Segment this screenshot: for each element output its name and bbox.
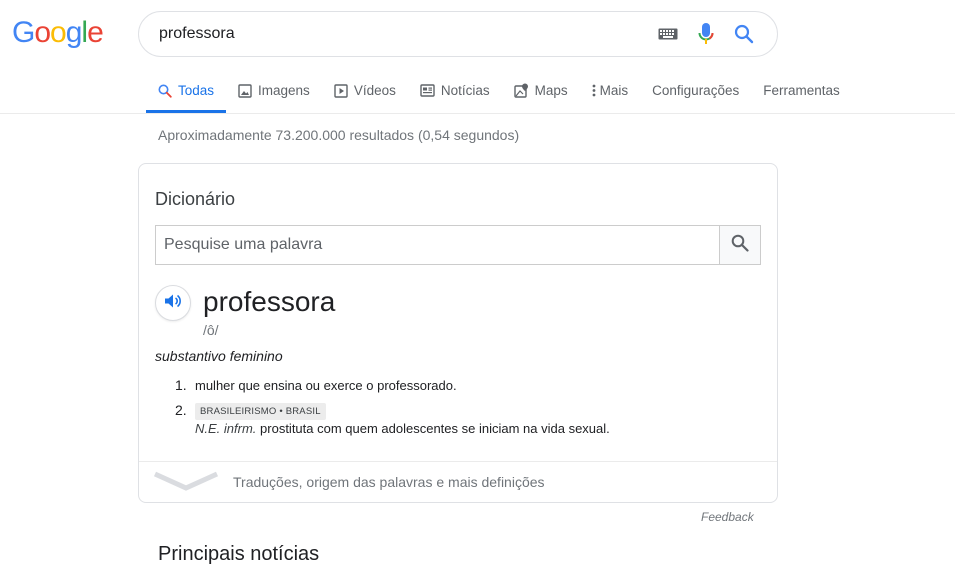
tab-label: Notícias	[440, 83, 490, 98]
microphone-icon[interactable]	[687, 15, 725, 53]
tab-ferramentas[interactable]: Ferramentas	[751, 74, 852, 107]
definition-text-2: N.E. infrm. prostituta com quem adolesce…	[195, 421, 610, 436]
definition-number: 2.	[175, 402, 187, 418]
logo-letter: e	[87, 16, 104, 49]
tab-imagens[interactable]: Imagens	[226, 74, 322, 107]
more-vert-icon	[592, 84, 596, 97]
search-box[interactable]	[138, 11, 778, 57]
tab-label: Imagens	[258, 83, 310, 98]
news-icon	[420, 84, 435, 97]
tab-videos[interactable]: Vídeos	[322, 74, 408, 107]
definition-qualifier: N.E. infrm.	[195, 421, 257, 436]
dictionary-card: Dicionário professora /ô/ substantivo fe…	[138, 163, 778, 503]
search-icon[interactable]	[725, 15, 763, 53]
tab-label: Mais	[599, 83, 629, 98]
chevron-down-icon[interactable]	[153, 470, 219, 499]
tab-label: Maps	[534, 83, 568, 98]
dictionary-search	[155, 225, 761, 265]
tab-label: Ferramentas	[763, 83, 840, 98]
logo-letter: o	[34, 16, 51, 49]
tab-mais[interactable]: Mais	[580, 74, 641, 107]
tab-label: Todas	[178, 83, 215, 98]
definition-text: prostituta com quem adolescentes se inic…	[260, 421, 610, 436]
definition-text: mulher que ensina ou exerce o professora…	[195, 378, 457, 393]
image-icon	[238, 83, 252, 98]
tab-todas[interactable]: Todas	[146, 74, 227, 113]
logo-letter: g	[65, 16, 83, 49]
more-definitions-link[interactable]: Traduções, origem das palavras e mais de…	[233, 474, 545, 490]
speaker-icon	[164, 293, 182, 314]
play-icon	[334, 83, 348, 98]
definition-number: 1.	[175, 377, 187, 393]
headword: professora	[203, 286, 336, 317]
tab-label: Configurações	[652, 83, 740, 98]
search-icon	[731, 234, 749, 257]
card-title: Dicionário	[155, 189, 236, 209]
definition-item: 2. BRASILEIRISMO • BRASIL	[175, 402, 326, 420]
search-icon	[158, 84, 172, 98]
top-stories-heading: Principais notícias	[158, 543, 320, 565]
tab-maps[interactable]: Maps	[502, 74, 580, 107]
usage-tag: BRASILEIRISMO • BRASIL	[195, 403, 326, 420]
search-input[interactable]	[159, 25, 649, 43]
header-divider	[0, 113, 955, 114]
tab-configuracoes[interactable]: Configurações	[640, 74, 751, 107]
search-tabs: Todas Imagens Vídeos Notícias Maps Mais …	[146, 74, 852, 114]
card-expand-footer[interactable]: Traduções, origem das palavras e mais de…	[139, 461, 777, 503]
part-of-speech: substantivo feminino	[155, 348, 283, 364]
pronunciation-button[interactable]	[155, 285, 191, 321]
definition-item: 1. mulher que ensina ou exerce o professo…	[175, 377, 457, 393]
map-icon	[513, 83, 529, 98]
tab-noticias[interactable]: Notícias	[408, 74, 502, 107]
dictionary-search-input[interactable]	[156, 226, 719, 264]
logo-letter: G	[12, 16, 35, 49]
dictionary-search-button[interactable]	[719, 226, 760, 264]
keyboard-icon[interactable]	[649, 15, 687, 53]
logo-letter: o	[50, 16, 67, 49]
pronunciation-text: /ô/	[203, 322, 219, 338]
tab-label: Vídeos	[353, 83, 396, 98]
feedback-link[interactable]: Feedback	[701, 510, 754, 524]
google-logo[interactable]: Google	[12, 16, 104, 50]
result-stats: Aproximadamente 73.200.000 resultados (0…	[158, 127, 520, 143]
